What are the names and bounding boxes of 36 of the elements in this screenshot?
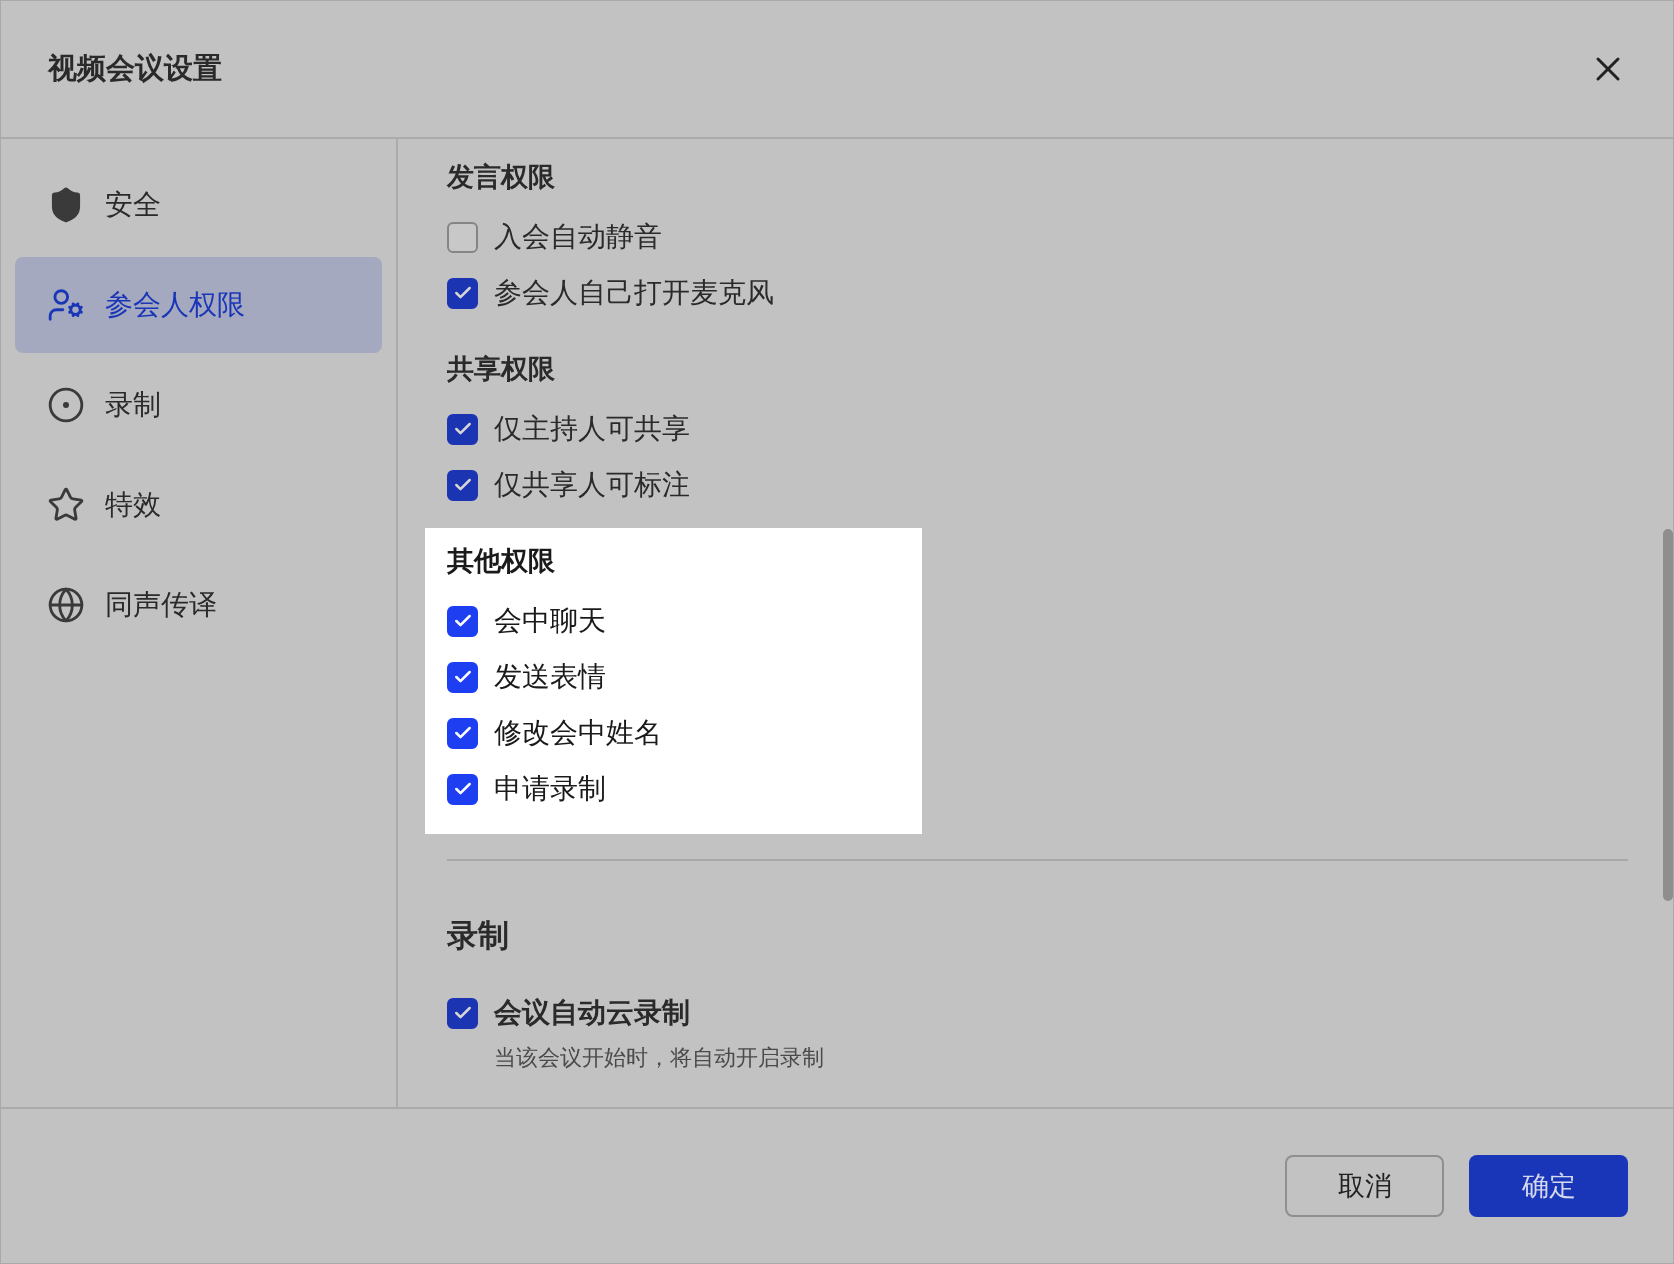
checkbox[interactable] [447,221,478,253]
option-label: 会议自动云录制 [494,996,690,1030]
checkbox[interactable] [447,773,478,805]
record-icon [47,386,85,424]
section-heading: 发言权限 [447,160,556,194]
sidebar-item[interactable]: 同声传译 [15,557,382,653]
checkbox[interactable] [447,277,478,309]
sidebar-item[interactable]: 安全 [15,157,382,253]
option-label: 仅共享人可标注 [494,468,690,502]
globe-icon [47,586,85,624]
option-label: 仅主持人可共享 [494,412,690,446]
confirm-button[interactable]: 确定 [1469,1155,1628,1217]
sidebar-item[interactable]: 录制 [15,357,382,453]
option-label: 入会自动静音 [494,220,662,254]
cancel-button[interactable]: 取消 [1285,1155,1444,1217]
section-heading: 其他权限 [447,544,556,578]
sidebar-item[interactable]: 特效 [15,457,382,553]
user-gear-icon [47,286,85,324]
checkbox[interactable] [447,661,478,693]
option-label: 修改会中姓名 [494,716,662,750]
section-heading: 共享权限 [447,352,556,386]
sidebar-item[interactable]: 参会人权限 [15,257,382,353]
star-icon [47,486,85,524]
checkbox[interactable] [447,997,478,1029]
dialog-title: 视频会议设置 [48,51,222,87]
checkbox[interactable] [447,413,478,445]
option-label: 参会人自己打开麦克风 [494,276,774,310]
option-label: 发送表情 [494,660,606,694]
option-label: 申请录制 [494,772,606,806]
option-label: 会中聊天 [494,604,606,638]
checkbox[interactable] [447,605,478,637]
section-heading: 录制 [447,916,510,955]
checkbox[interactable] [447,469,478,501]
option-description: 当该会议开始时，将自动开启录制 [494,1044,825,1072]
checkbox[interactable] [447,717,478,749]
scrollbar[interactable] [1663,529,1673,901]
